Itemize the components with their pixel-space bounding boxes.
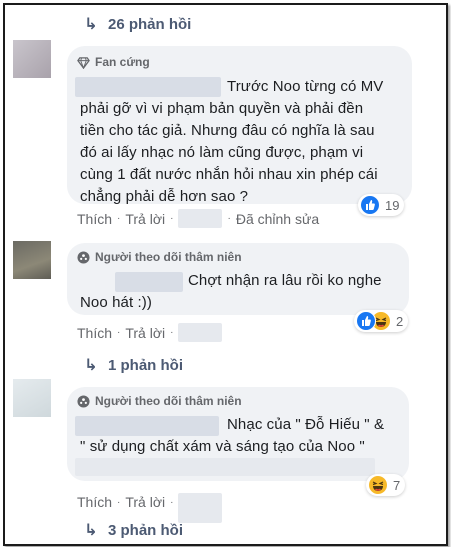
follower-badge-icon [77, 250, 90, 264]
separator-dot: · [117, 213, 121, 224]
badge-label: Fan cứng [95, 55, 150, 69]
edited-label: Đã chỉnh sửa [235, 210, 320, 227]
comment-thread: ↳ 26 phản hồi Fan cứng Trước Noo từng có… [3, 3, 448, 546]
timestamp-redacted[interactable] [178, 209, 223, 228]
reply-arrow-icon: ↳ [84, 357, 98, 374]
comment-actions: Thích · Trả lời · [77, 487, 223, 523]
comment-text-line: Nhạc của " Đỗ Hiếu " & [227, 416, 385, 433]
comment-bubble: Người theo dõi thâm niên Chợt nhận ra lâ… [67, 243, 409, 315]
diamond-icon [77, 56, 90, 69]
timestamp-redacted[interactable] [178, 323, 223, 342]
comment-text-line: đó ai lấy nhạc nó làm cũng được, phạm vi [80, 144, 364, 161]
view-replies-label: 26 phản hồi [108, 15, 192, 33]
comment-bubble: Fan cứng Trước Noo từng có MV phải gỡ vì… [67, 46, 412, 205]
badge-label: Người theo dõi thâm niên [95, 394, 242, 408]
like-button[interactable]: Thích [77, 494, 112, 510]
separator-dot: · [227, 213, 231, 224]
like-button[interactable]: Thích [77, 325, 112, 341]
reaction-count: 7 [393, 477, 401, 493]
reaction-summary[interactable]: 2 [354, 310, 409, 332]
separator-dot: · [170, 327, 174, 338]
author-name-redacted[interactable] [75, 77, 221, 97]
view-replies-label: 3 phản hồi [108, 521, 183, 539]
avatar[interactable] [13, 40, 51, 78]
reaction-count: 2 [396, 313, 404, 329]
comment-text-line: chẳng phải dễ hơn sao ? [80, 188, 249, 205]
comment-text-line: tiền cho tác giả. Nhưng đâu có nghĩa là … [80, 122, 375, 139]
badge-label: Người theo dõi thâm niên [95, 250, 242, 264]
separator-dot: · [170, 496, 174, 508]
reaction-summary[interactable]: 19 [358, 194, 405, 216]
author-name-redacted[interactable] [115, 272, 183, 292]
reply-button[interactable]: Trả lời [125, 325, 165, 341]
fan-badge: Fan cứng [77, 55, 150, 69]
comment-bubble: Người theo dõi thâm niên Nhạc của " Đỗ H… [67, 387, 409, 481]
comment-text-line: cùng 1 đất nước nhắn hỏi nhau xin phép c… [80, 166, 378, 183]
separator-dot: · [170, 213, 174, 224]
comment-actions: Thích · Trả lời · [77, 323, 223, 342]
follower-badge-icon [77, 394, 90, 408]
comment-text-line: Noo hát :)) [80, 294, 152, 311]
comment-text-line: Chợt nhận ra lâu rồi ko nghe [188, 272, 382, 289]
like-icon [360, 195, 380, 215]
separator-dot: · [117, 496, 121, 508]
like-icon [356, 311, 376, 331]
avatar[interactable] [13, 241, 51, 279]
view-replies-link[interactable]: ↳ 26 phản hồi [84, 14, 191, 34]
view-replies-link[interactable]: ↳ 1 phản hồi [84, 355, 183, 375]
view-replies-link[interactable]: ↳ 3 phản hồi [84, 520, 183, 540]
haha-icon [368, 475, 388, 495]
separator-dot: · [117, 327, 121, 338]
reaction-summary[interactable]: 7 [366, 474, 406, 496]
redacted-text [75, 458, 375, 476]
comment-text-line: " sử dụng chất xám và sáng tạo của Noo " [80, 438, 365, 455]
reply-arrow-icon: ↳ [84, 16, 98, 33]
view-replies-label: 1 phản hồi [108, 356, 183, 374]
like-button[interactable]: Thích [77, 211, 112, 227]
comment-text-line: Trước Noo từng có MV [227, 78, 384, 95]
author-name-redacted[interactable] [75, 416, 219, 436]
comment-text-line: phải gỡ vì vi phạm bản quyền và phải đền [80, 100, 364, 117]
avatar[interactable] [13, 379, 51, 417]
reply-button[interactable]: Trả lời [125, 494, 165, 510]
follower-badge: Người theo dõi thâm niên [77, 250, 242, 264]
timestamp-redacted[interactable] [178, 493, 223, 523]
reaction-count: 19 [385, 197, 400, 213]
follower-badge: Người theo dõi thâm niên [77, 394, 242, 408]
reply-arrow-icon: ↳ [84, 522, 98, 539]
comment-actions: Thích · Trả lời · · Đã chỉnh sửa [77, 209, 319, 228]
reply-button[interactable]: Trả lời [125, 211, 165, 227]
